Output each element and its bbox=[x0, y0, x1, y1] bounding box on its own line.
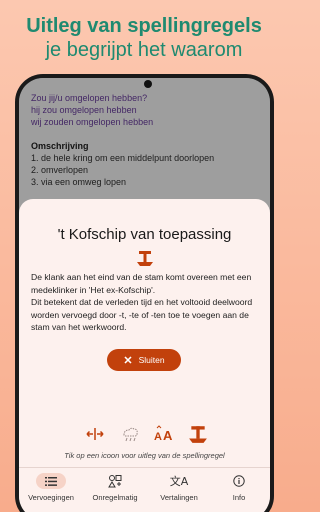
nav-divider bbox=[19, 467, 270, 468]
explanation-paragraph: De klank aan het eind van de stam komt o… bbox=[31, 272, 252, 295]
icon-hint-text: Tik op een icoon voor uitleg van de spel… bbox=[64, 451, 225, 460]
nav-item-vervoegingen[interactable]: Vervoegingen bbox=[19, 473, 83, 502]
sheet-explanation: De klank aan het eind van de stam komt o… bbox=[31, 271, 263, 334]
explanation-paragraph: Dit betekent dat de verleden tijd en het… bbox=[31, 297, 253, 332]
phone-screen: Zou jij/u omgelopen hebben? hij zou omge… bbox=[19, 78, 270, 512]
kofschip-icon[interactable] bbox=[187, 423, 209, 445]
kofschip-icon bbox=[137, 251, 153, 266]
info-icon bbox=[224, 473, 254, 489]
close-icon: ✕ bbox=[123, 354, 133, 367]
split-arrows-icon[interactable] bbox=[84, 423, 106, 445]
headline-title: Uitleg van spellingregels bbox=[26, 15, 262, 37]
translate-icon: 文A bbox=[169, 475, 189, 488]
sheet-title: 't Kofschip van toepassing bbox=[57, 226, 232, 243]
rule-bottom-sheet: 't Kofschip van toepassing De klank aan … bbox=[19, 199, 270, 512]
close-button-label: Sluiten bbox=[138, 355, 165, 365]
nav-label: Vertalingen bbox=[160, 493, 198, 502]
camera-icon bbox=[144, 80, 152, 88]
irregular-icon bbox=[100, 473, 130, 489]
bottom-navigation: Vervoegingen Onregelmatig 文A Vertalingen… bbox=[19, 469, 270, 512]
svg-text:A: A bbox=[163, 428, 173, 443]
nav-label: Onregelmatig bbox=[92, 493, 138, 502]
close-button[interactable]: ✕ Sluiten bbox=[107, 349, 181, 371]
rule-icon-row: A A bbox=[19, 423, 270, 447]
font-size-icon[interactable]: A A bbox=[153, 423, 175, 445]
list-icon bbox=[36, 473, 66, 489]
nav-label: Vervoegingen bbox=[28, 493, 74, 502]
phone-frame: Zou jij/u omgelopen hebben? hij zou omge… bbox=[15, 74, 274, 512]
svg-text:A: A bbox=[154, 431, 162, 443]
nav-label: Info bbox=[232, 493, 246, 502]
nav-item-info[interactable]: Info bbox=[207, 473, 270, 502]
nav-item-vertalingen[interactable]: 文A Vertalingen bbox=[147, 473, 211, 502]
headline-subtitle: je begrijpt het waarom bbox=[45, 39, 243, 61]
nav-item-onregelmatig[interactable]: Onregelmatig bbox=[83, 473, 147, 502]
headline: Uitleg van spellingregels je begrijpt he… bbox=[0, 14, 288, 62]
weather-icon[interactable] bbox=[119, 423, 141, 445]
